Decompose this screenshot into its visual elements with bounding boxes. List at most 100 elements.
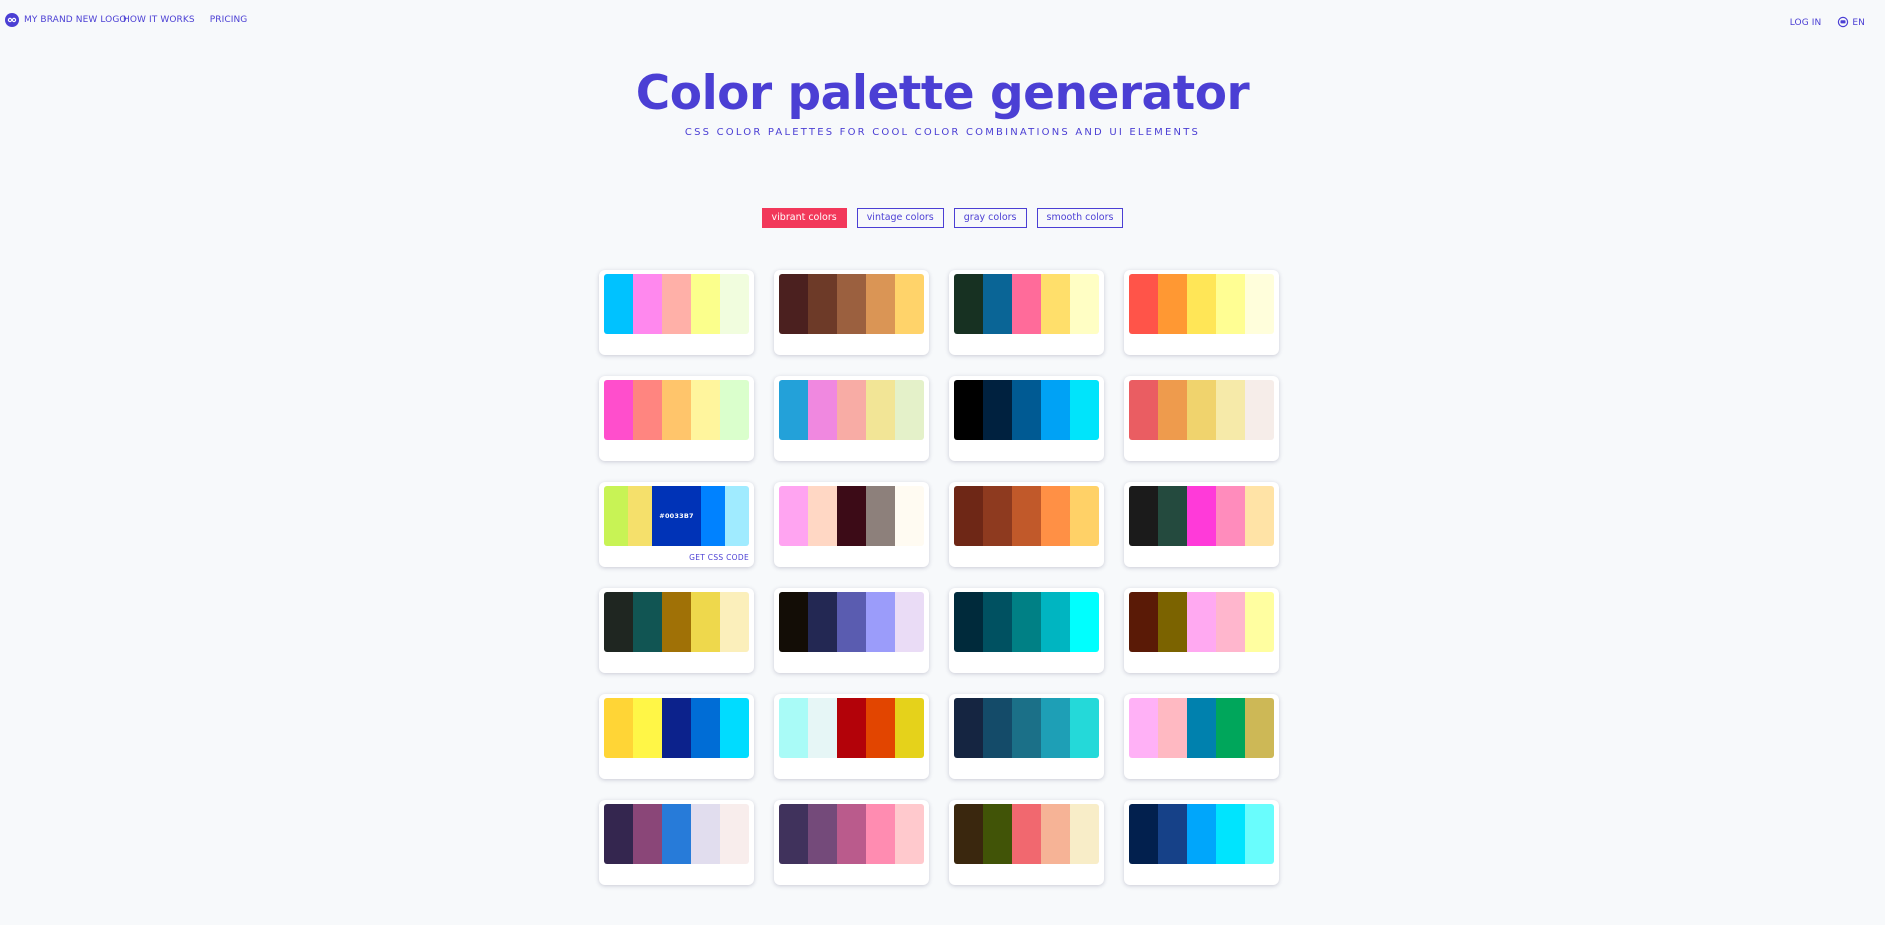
color-swatch[interactable] bbox=[1041, 274, 1070, 334]
color-swatch[interactable] bbox=[662, 804, 691, 864]
color-swatch[interactable] bbox=[628, 486, 653, 546]
palette-card[interactable] bbox=[774, 270, 929, 355]
color-swatch[interactable] bbox=[866, 804, 895, 864]
palette-card[interactable] bbox=[1124, 270, 1279, 355]
color-swatch[interactable] bbox=[1245, 698, 1274, 758]
color-swatch[interactable] bbox=[837, 486, 866, 546]
color-swatch[interactable] bbox=[720, 804, 749, 864]
color-swatch[interactable] bbox=[779, 698, 808, 758]
color-swatch[interactable] bbox=[837, 698, 866, 758]
palette-card[interactable] bbox=[1124, 588, 1279, 673]
color-swatch[interactable] bbox=[837, 274, 866, 334]
palette-card[interactable] bbox=[774, 588, 929, 673]
color-swatch[interactable] bbox=[983, 698, 1012, 758]
color-swatch[interactable] bbox=[1041, 380, 1070, 440]
color-swatch[interactable] bbox=[633, 698, 662, 758]
color-swatch[interactable] bbox=[724, 486, 749, 546]
color-swatch[interactable] bbox=[983, 486, 1012, 546]
color-swatch[interactable] bbox=[983, 380, 1012, 440]
color-swatch[interactable] bbox=[1041, 592, 1070, 652]
color-swatch[interactable] bbox=[720, 592, 749, 652]
palette-card[interactable] bbox=[949, 376, 1104, 461]
color-swatch[interactable] bbox=[604, 592, 633, 652]
color-swatch[interactable] bbox=[866, 486, 895, 546]
color-swatch[interactable] bbox=[1070, 698, 1099, 758]
color-swatch[interactable] bbox=[954, 698, 983, 758]
color-swatch[interactable] bbox=[779, 274, 808, 334]
palette-card[interactable] bbox=[599, 270, 754, 355]
color-swatch[interactable] bbox=[1158, 592, 1187, 652]
color-swatch[interactable] bbox=[1070, 274, 1099, 334]
color-swatch[interactable] bbox=[604, 698, 633, 758]
color-swatch[interactable] bbox=[808, 380, 837, 440]
filter-vintage-colors-button[interactable]: vintage colors bbox=[856, 208, 944, 228]
color-swatch[interactable] bbox=[1129, 698, 1158, 758]
palette-card[interactable] bbox=[599, 588, 754, 673]
filter-gray-colors-button[interactable]: gray colors bbox=[953, 208, 1027, 228]
color-swatch[interactable] bbox=[604, 804, 633, 864]
palette-card[interactable] bbox=[949, 800, 1104, 885]
login-link[interactable]: LOG IN bbox=[1790, 18, 1822, 28]
color-swatch[interactable] bbox=[1245, 274, 1274, 334]
color-swatch[interactable] bbox=[662, 592, 691, 652]
palette-card[interactable] bbox=[599, 376, 754, 461]
color-swatch[interactable] bbox=[808, 274, 837, 334]
color-swatch[interactable] bbox=[604, 486, 629, 546]
filter-smooth-colors-button[interactable]: smooth colors bbox=[1036, 208, 1124, 228]
color-swatch[interactable] bbox=[1012, 804, 1041, 864]
color-swatch[interactable] bbox=[1041, 698, 1070, 758]
color-swatch[interactable] bbox=[1158, 274, 1187, 334]
palette-card[interactable] bbox=[1124, 482, 1279, 567]
color-swatch[interactable] bbox=[1158, 804, 1187, 864]
color-swatch[interactable] bbox=[895, 804, 924, 864]
color-swatch[interactable] bbox=[1216, 804, 1245, 864]
color-swatch[interactable] bbox=[808, 804, 837, 864]
color-swatch[interactable] bbox=[779, 804, 808, 864]
color-swatch[interactable] bbox=[779, 486, 808, 546]
color-swatch[interactable] bbox=[895, 486, 924, 546]
palette-card[interactable] bbox=[774, 694, 929, 779]
palette-card[interactable] bbox=[1124, 694, 1279, 779]
color-swatch[interactable] bbox=[633, 592, 662, 652]
color-swatch[interactable] bbox=[1245, 380, 1274, 440]
color-swatch[interactable] bbox=[1041, 486, 1070, 546]
color-swatch[interactable] bbox=[1070, 592, 1099, 652]
nav-link-how-it-works[interactable]: HOW IT WORKS bbox=[123, 15, 195, 25]
color-swatch[interactable] bbox=[837, 804, 866, 864]
color-swatch[interactable] bbox=[1012, 592, 1041, 652]
color-swatch[interactable] bbox=[1158, 698, 1187, 758]
color-swatch[interactable] bbox=[1187, 698, 1216, 758]
palette-card[interactable] bbox=[774, 800, 929, 885]
color-swatch[interactable] bbox=[662, 274, 691, 334]
color-swatch[interactable] bbox=[983, 804, 1012, 864]
color-swatch[interactable] bbox=[633, 804, 662, 864]
color-swatch[interactable] bbox=[1129, 804, 1158, 864]
color-swatch[interactable] bbox=[604, 274, 633, 334]
color-swatch[interactable] bbox=[1129, 592, 1158, 652]
language-selector[interactable]: EN bbox=[1837, 13, 1865, 32]
palette-card[interactable] bbox=[949, 482, 1104, 567]
color-swatch[interactable] bbox=[633, 274, 662, 334]
color-swatch[interactable] bbox=[1129, 486, 1158, 546]
color-swatch[interactable] bbox=[662, 380, 691, 440]
color-swatch[interactable] bbox=[954, 592, 983, 652]
palette-card[interactable]: #0033B7 GET CSS CODE bbox=[599, 482, 754, 567]
color-swatch[interactable] bbox=[866, 380, 895, 440]
color-swatch[interactable] bbox=[1187, 380, 1216, 440]
get-css-code-link[interactable]: GET CSS CODE bbox=[689, 553, 749, 562]
color-swatch[interactable] bbox=[691, 592, 720, 652]
color-swatch[interactable]: #0033B7 bbox=[652, 486, 701, 546]
color-swatch[interactable] bbox=[1187, 274, 1216, 334]
color-swatch[interactable] bbox=[866, 592, 895, 652]
color-swatch[interactable] bbox=[1216, 592, 1245, 652]
color-swatch[interactable] bbox=[1070, 380, 1099, 440]
color-swatch[interactable] bbox=[1216, 274, 1245, 334]
color-swatch[interactable] bbox=[720, 380, 749, 440]
color-swatch[interactable] bbox=[808, 486, 837, 546]
palette-card[interactable] bbox=[599, 694, 754, 779]
palette-card[interactable] bbox=[1124, 800, 1279, 885]
color-swatch[interactable] bbox=[720, 274, 749, 334]
color-swatch[interactable] bbox=[954, 274, 983, 334]
color-swatch[interactable] bbox=[1187, 804, 1216, 864]
palette-card[interactable] bbox=[774, 376, 929, 461]
